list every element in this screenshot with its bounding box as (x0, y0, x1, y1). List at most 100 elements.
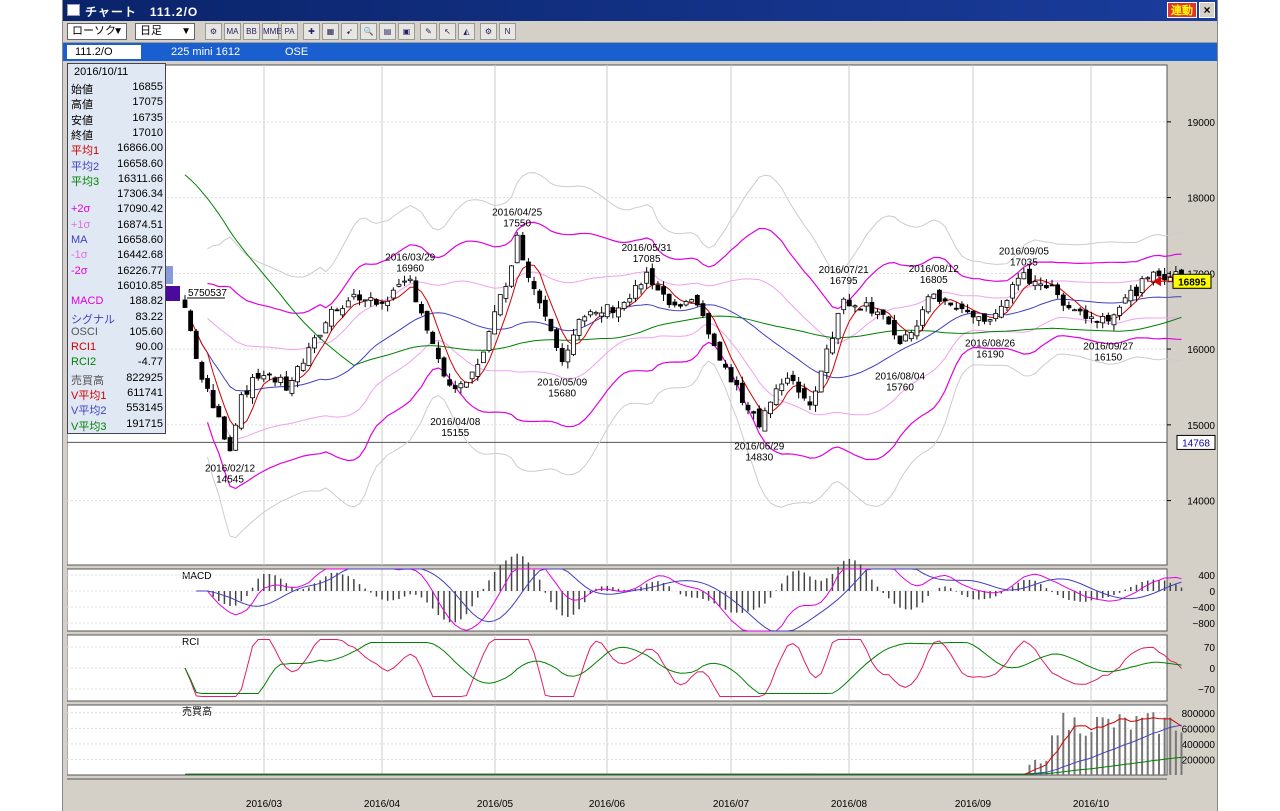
chart-area[interactable]: 2016/03 2016/04 2016/05 2016/06 2016/07 2016/… (67, 63, 1217, 811)
candle-body (801, 388, 807, 399)
annotation-value: 17085 (633, 254, 661, 265)
x-axis-label: 2016/04 (364, 799, 401, 810)
pa-button[interactable]: PA (281, 23, 298, 40)
cursor-icon[interactable]: ➹ (341, 23, 358, 40)
close-button[interactable]: × (1199, 2, 1215, 18)
info-label: RCI1 (71, 341, 97, 354)
candle-body (970, 310, 976, 318)
candle-body (796, 381, 802, 393)
annotation-value: 16795 (830, 276, 858, 287)
price-tick-label: 15000 (1187, 421, 1215, 432)
info-label: V平均1 (71, 390, 107, 402)
candle-body (965, 309, 970, 313)
info-value: 16010.85 (117, 279, 163, 292)
candle-body (1083, 309, 1089, 319)
zoom-icon[interactable]: 🔍 (360, 23, 377, 40)
candle-body (362, 299, 368, 302)
info-value: 822925 (126, 371, 163, 384)
candle-body (694, 294, 700, 306)
candle-body (1004, 300, 1010, 308)
candle-body (739, 382, 745, 403)
candle-body (931, 293, 937, 299)
candle-body (1015, 277, 1021, 286)
volume-tick-label: 600000 (1182, 724, 1216, 735)
info-row: シグナル 83.22 (68, 311, 167, 326)
candle-body (548, 318, 554, 332)
x-axis-label: 2016/07 (713, 799, 750, 810)
candle-body (785, 377, 790, 384)
candle-body (762, 410, 768, 432)
candle-body (357, 294, 362, 301)
annotation-value: 16805 (920, 275, 948, 286)
ma-button[interactable]: MA (224, 23, 241, 40)
candle-body (807, 401, 813, 406)
candle-body (937, 289, 942, 302)
candle-body (1055, 284, 1061, 296)
candle-body (514, 234, 520, 264)
candle-body (486, 331, 492, 351)
price-tick-label: 16000 (1187, 345, 1215, 356)
candle-body (576, 319, 582, 336)
candle-body (1032, 281, 1038, 287)
candle-body (402, 280, 407, 283)
arrow-icon[interactable]: ↖ (439, 23, 456, 40)
bb-button[interactable]: BB (243, 23, 260, 40)
print-icon[interactable]: ▤ (379, 23, 396, 40)
candle-body (1021, 272, 1027, 280)
info-row: RCI1 90.00 (68, 341, 167, 356)
info-label: 平均3 (71, 175, 100, 188)
period-select[interactable]: 日足 ▼ (135, 23, 195, 40)
rci-tick-label: 0 (1209, 664, 1215, 675)
candle-body (672, 301, 678, 306)
annotation-value: 14830 (745, 453, 773, 464)
info-label: 平均2 (71, 160, 100, 173)
candle-body (407, 278, 413, 281)
settings-icon[interactable]: ⚙ (480, 23, 497, 40)
info-value: 611741 (127, 387, 163, 399)
info-row: 高値 17075 (68, 96, 167, 111)
candle-body (1060, 294, 1066, 306)
candle-body (655, 284, 661, 291)
info-value: 16874.51 (117, 218, 163, 231)
symbol-field[interactable]: 111.2/O (67, 45, 141, 59)
chevron-down-icon: ▼ (113, 26, 123, 37)
volume-tick-label: 400000 (1182, 740, 1216, 751)
info-label: MACD (71, 295, 104, 308)
candle-body (1010, 284, 1016, 299)
chart-type-select[interactable]: ローソク ▼ (67, 23, 127, 40)
link-button[interactable]: 連動 (1167, 2, 1197, 18)
mme-button[interactable]: MME (262, 23, 282, 40)
candle-body (1122, 297, 1128, 304)
candle-body (638, 284, 644, 290)
candle-body (875, 311, 880, 315)
scroll-handle[interactable] (166, 286, 180, 301)
indicator-icon[interactable]: ⚙ (205, 23, 222, 40)
candle-body (841, 298, 847, 311)
pencil-icon[interactable]: ✎ (420, 23, 437, 40)
candle-body (779, 383, 785, 392)
candle-body (869, 302, 875, 314)
candle-body (390, 289, 396, 299)
x-axis-label: 2016/03 (246, 799, 283, 810)
candle-body (993, 313, 999, 320)
save-icon[interactable]: ▣ (398, 23, 415, 40)
candle-body (435, 347, 441, 360)
info-value: 16658.60 (117, 157, 163, 170)
info-label: 始値 (71, 84, 93, 96)
info-value: 90.00 (135, 341, 163, 354)
annotation-date: 2016/08/26 (965, 339, 1015, 350)
candle-body (1100, 316, 1106, 324)
info-value: 16866.00 (117, 142, 163, 155)
candle-body (756, 408, 762, 428)
rci-tick-label: 70 (1204, 643, 1216, 654)
info-value: 16442.68 (117, 249, 163, 262)
crosshair-icon[interactable]: ✚ (303, 23, 320, 40)
window-title: チャート 111.2/O (85, 5, 199, 19)
eraser-icon[interactable]: ◭ (458, 23, 475, 40)
start-label: 5750537 (188, 288, 227, 299)
grid-icon[interactable]: ▦ (322, 23, 339, 40)
candle-body (768, 401, 773, 415)
fibonacci-icon[interactable]: N (499, 23, 516, 40)
annotation-date: 2016/09/27 (1083, 342, 1133, 353)
candle-body (751, 411, 757, 414)
